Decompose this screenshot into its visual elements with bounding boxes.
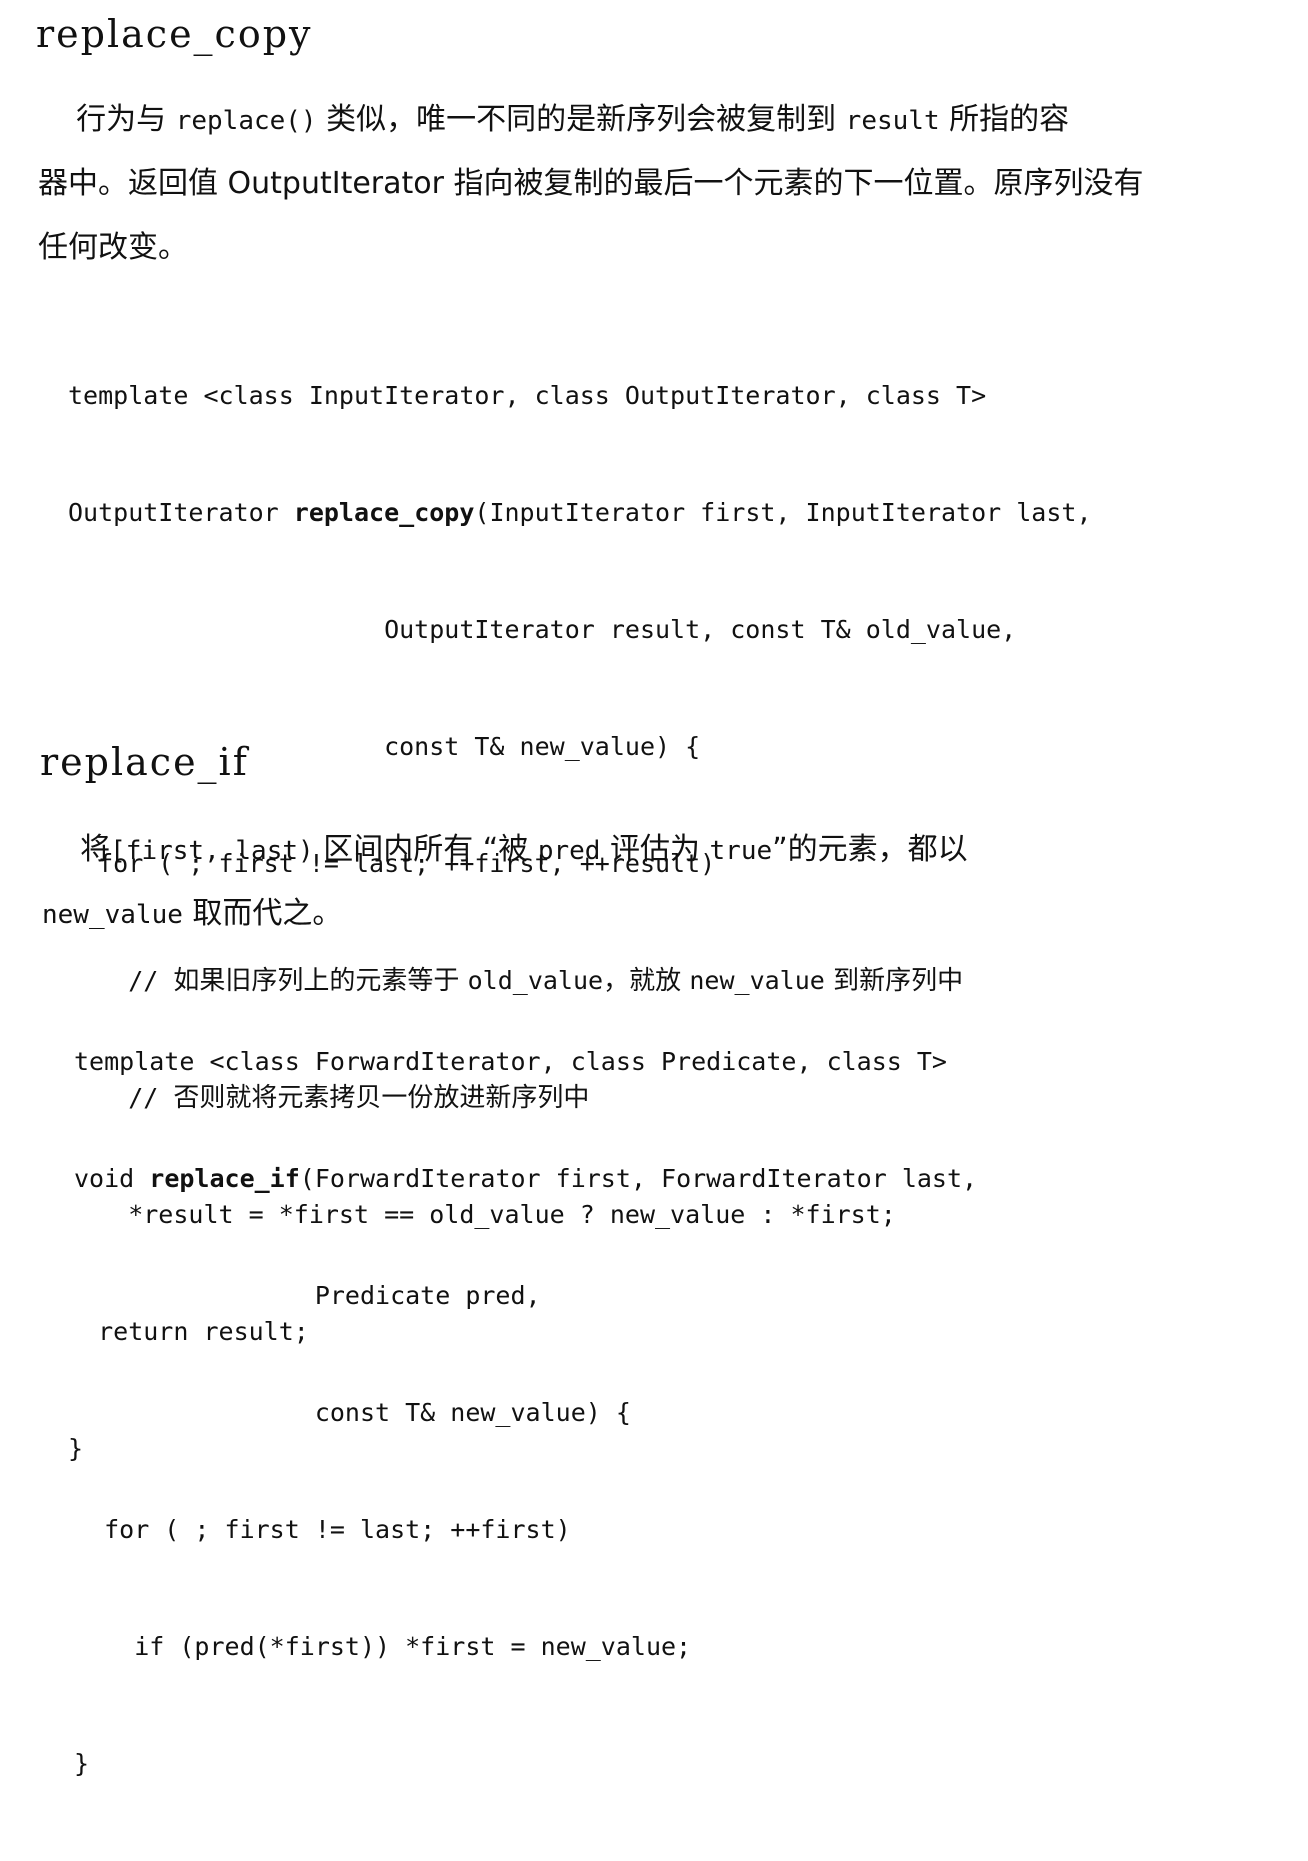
inline-code: result [845, 106, 940, 136]
text-run: 所指的容 [939, 102, 1070, 137]
description-line: 将[first, last) 区间内所有 “被 pred 评估为 true”的元… [42, 818, 1262, 882]
inline-code: true [709, 836, 773, 866]
text-run: ”的元素，都以 [772, 832, 968, 867]
text-run: 类似，唯一不同的是新序列会被复制到 [316, 102, 846, 137]
code-line: if (pred(*first)) *first = new_value; [74, 1632, 692, 1661]
function-name: replace_if [149, 1164, 300, 1193]
document-page: replace_copy 行为与 replace() 类似，唯一不同的是新序列会… [0, 0, 1308, 1778]
description-line: 器中。返回值 OutputIterator 指向被复制的最后一个元素的下一位置。… [38, 166, 1144, 201]
code-line: template <class InputIterator, class Out… [68, 381, 987, 410]
code-line: OutputIterator replace_copy(InputIterato… [68, 498, 1092, 527]
inline-code: replace() [175, 106, 317, 136]
section-title-replace-if: replace_if [40, 740, 249, 784]
section-title-replace-copy: replace_copy [36, 12, 313, 56]
description-replace-if: 将[first, last) 区间内所有 “被 pred 评估为 true”的元… [42, 818, 1262, 946]
code-line: const T& new_value) { [74, 1398, 631, 1427]
inline-code: pred [537, 836, 601, 866]
description-line: new_value 取而代之。 [42, 882, 1262, 946]
text-run: 评估为 [600, 832, 710, 867]
text-run: 将 [80, 832, 111, 867]
description-line: 行为与 replace() 类似，唯一不同的是新序列会被复制到 result 所… [38, 88, 1258, 152]
description-replace-copy: 行为与 replace() 类似，唯一不同的是新序列会被复制到 result 所… [38, 88, 1258, 280]
code-line: void replace_if(ForwardIterator first, F… [74, 1164, 978, 1193]
description-line: 任何改变。 [38, 230, 188, 265]
code-block-replace-if: template <class ForwardIterator, class P… [74, 964, 977, 1861]
inline-code: new_value [42, 900, 183, 930]
code-line: OutputIterator result, const T& old_valu… [68, 615, 1017, 644]
function-name: replace_copy [293, 498, 475, 527]
code-line: for ( ; first != last; ++first) [74, 1515, 571, 1544]
code-line: Predicate pred, [74, 1281, 541, 1310]
code-line: template <class ForwardIterator, class P… [74, 1047, 947, 1076]
text-run: 取而代之。 [182, 896, 343, 931]
text-run: 行为与 [76, 102, 176, 137]
text-run: 区间内所有 “被 [313, 832, 538, 867]
code-line: } [74, 1749, 90, 1778]
inline-code: [first, last) [110, 836, 314, 866]
